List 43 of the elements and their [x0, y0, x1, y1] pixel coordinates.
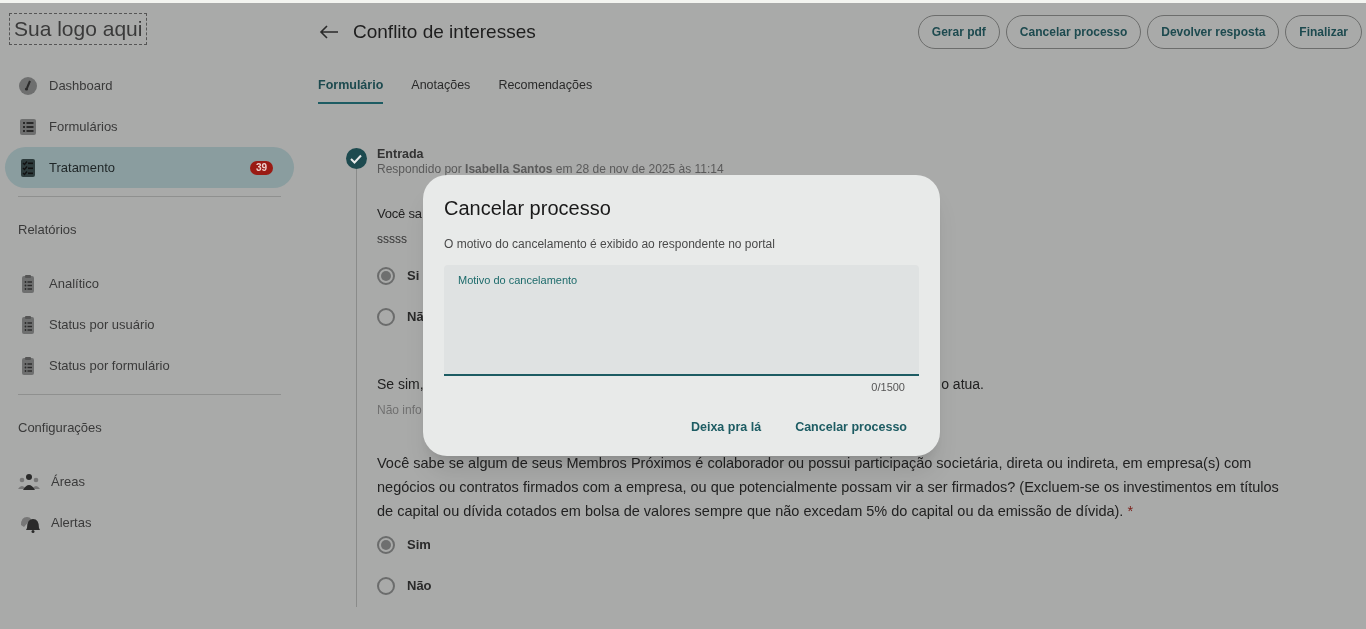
question-text: Se sim, [377, 374, 424, 394]
step-title: Entrada [377, 146, 425, 162]
text-button[interactable]: Cancelar processo [783, 411, 919, 444]
section-title: Relatórios [18, 222, 77, 237]
back-arrow-icon[interactable] [319, 24, 339, 40]
question-text: Você sa [377, 206, 422, 221]
nav-item[interactable]: Status por usuário [5, 304, 294, 345]
list-icon [18, 116, 38, 137]
question-text: Você sabe se algum de seus Membros Próximos é colaborador ou possui participação societária, direta ou indireta, em empresa(s) com negócios ou contratos firmados com a empresa, ou que potencialmente possam vir a ser firmados? (Excluem-se os investimentos em títulos de capital ou dívida cotados em bolsa de valores sempre que não excedam 5% do capital ou da emissão de dívida). * [377, 453, 1280, 521]
option-label: Não [407, 577, 432, 596]
answer-text: sssss [377, 231, 407, 246]
page-title: Conflito de interesses [353, 19, 537, 44]
reason-field[interactable]: Motivo do cancelamento [444, 265, 919, 376]
step-subtitle: Respondido por Isabella Santos em 28 de nov de 2025 às 11:14 [377, 162, 725, 176]
option-label: Sim [407, 536, 431, 555]
logo-text: Sua logo aqui [14, 17, 143, 40]
tab[interactable]: Anotações [411, 59, 471, 104]
dialog-description: O motivo do cancelamento é exibido ao respondente no portal [444, 236, 776, 253]
option-label: Nã [407, 308, 424, 327]
people-icon [18, 471, 40, 492]
nav-item[interactable]: Analítico [5, 263, 294, 304]
text-button[interactable]: Deixa pra lá [678, 411, 774, 444]
option-label: Si [407, 267, 420, 286]
radio-button[interactable] [377, 267, 395, 285]
radio-button[interactable] [377, 577, 395, 595]
count-badge: 39 [249, 160, 273, 175]
nav-item[interactable]: Formulários [5, 106, 294, 147]
radio-button[interactable] [377, 536, 395, 554]
question-text: o atua. [941, 374, 984, 394]
character-counter: 0/1500 [871, 380, 905, 395]
nav-item[interactable]: Dashboard [5, 65, 294, 106]
answer-text: Não info [377, 402, 422, 417]
nav-item[interactable]: Áreas [5, 461, 294, 502]
radio-button[interactable] [377, 308, 395, 326]
nav-item[interactable]: Status por formulário [5, 345, 294, 386]
gauge-icon [18, 75, 38, 96]
section-title: Configurações [18, 420, 102, 435]
nav-item[interactable]: Tratamento 39 [5, 147, 294, 188]
dialog-title: Cancelar processo [444, 196, 612, 221]
tab[interactable]: Recomendações [498, 59, 593, 104]
nav-item[interactable]: Alertas [5, 502, 294, 543]
checklist-icon [18, 157, 38, 178]
tab[interactable]: Formulário [318, 59, 384, 104]
